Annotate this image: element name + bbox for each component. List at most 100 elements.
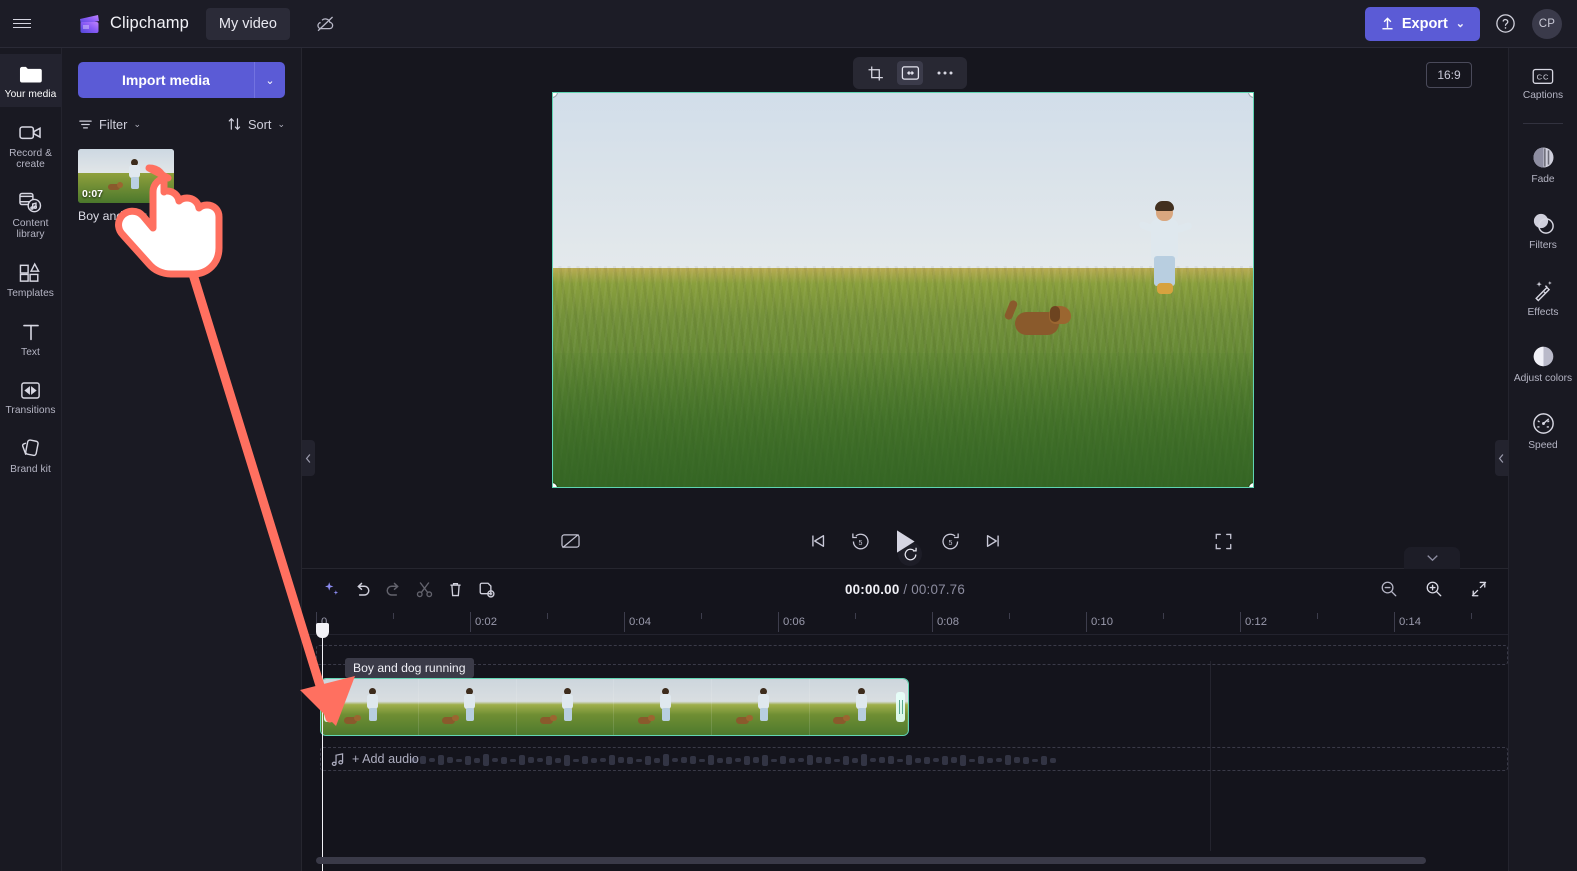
collapse-right-panel-button[interactable] <box>1495 440 1508 476</box>
sort-button[interactable]: Sort ⌄ <box>227 117 285 132</box>
crop-button[interactable] <box>862 61 888 85</box>
clip-frame <box>810 679 908 735</box>
clip-trim-handle-right[interactable] <box>896 692 905 722</box>
right-item-label: Speed <box>1528 439 1558 451</box>
delete-button[interactable] <box>440 574 471 604</box>
skip-to-start-icon <box>811 535 824 547</box>
timeline-clip[interactable] <box>320 678 909 736</box>
timeline-scrollbar-thumb[interactable] <box>316 857 1426 864</box>
help-circle-icon[interactable] <box>1494 12 1518 36</box>
project-title-tab[interactable]: My video <box>205 7 290 40</box>
zoom-out-button[interactable] <box>1373 574 1404 604</box>
boy-and-dog-thumbnail[interactable]: 0:07 <box>78 149 174 203</box>
fullscreen-button[interactable] <box>1214 532 1233 551</box>
export-button[interactable]: Export ⌄ <box>1364 6 1480 41</box>
sidebar-item-transitions[interactable]: Transitions <box>0 370 62 423</box>
sidebar-item-brand-kit[interactable]: Brand kit <box>0 429 62 482</box>
ruler-label: 0:10 <box>1091 616 1113 628</box>
fullscreen-icon <box>1215 533 1232 549</box>
ai-sparkle-button[interactable] <box>316 574 347 604</box>
import-media-row: Import media ⌄ <box>78 62 285 98</box>
split-button[interactable] <box>409 574 440 604</box>
svg-text:5: 5 <box>948 539 952 546</box>
right-item-fade[interactable]: Fade <box>1509 138 1577 193</box>
redo-button[interactable] <box>378 574 409 604</box>
forward-5-icon: 5 <box>941 532 959 549</box>
timeline: 00:00.00 / 00:07.76 0 0:02 0:04 0:06 0:0… <box>302 547 1508 871</box>
undo-button[interactable] <box>347 574 378 604</box>
video-camera-icon <box>18 121 43 145</box>
sort-label: Sort <box>247 116 272 132</box>
boy-subject <box>1137 201 1193 313</box>
chevron-left-icon <box>305 453 311 463</box>
right-item-speed[interactable]: Speed <box>1509 404 1577 459</box>
sidebar-item-your-media[interactable]: Your media <box>0 54 62 107</box>
timeline-scrollbar[interactable] <box>316 857 1496 864</box>
zoom-in-button[interactable] <box>1418 574 1449 604</box>
duplicate-icon <box>479 582 495 598</box>
aspect-ratio-label: 16:9 <box>1437 68 1461 82</box>
sidebar-label: Templates <box>7 287 54 299</box>
play-button[interactable] <box>893 528 918 555</box>
clipchamp-logo-icon <box>78 13 101 35</box>
sidebar-item-templates[interactable]: Templates <box>0 253 62 306</box>
right-item-effects[interactable]: Effects <box>1509 271 1577 326</box>
brand-logo[interactable]: Clipchamp <box>78 13 189 35</box>
skip-to-start-button[interactable] <box>808 531 828 551</box>
project-title-label: My video <box>218 15 277 32</box>
aspect-ratio-button[interactable]: 16:9 <box>1426 62 1472 88</box>
import-media-dropdown[interactable]: ⌄ <box>254 62 285 98</box>
avatar[interactable]: CP <box>1532 8 1562 39</box>
filter-label: Filter <box>99 116 128 132</box>
hamburger-menu-icon[interactable] <box>0 0 44 48</box>
resize-handle-bottom-right[interactable] <box>1249 483 1253 487</box>
right-item-label: Captions <box>1522 90 1564 101</box>
add-audio-track[interactable]: + Add audio <box>320 747 1508 771</box>
sidebar-item-text[interactable]: Text <box>0 312 62 365</box>
sidebar-item-content-library[interactable]: Content library <box>0 183 62 247</box>
media-panel: Import media ⌄ Filter ⌄ Sort ⌄ 0:07 Boy … <box>62 48 302 871</box>
export-label: Export <box>1401 15 1448 32</box>
play-icon <box>896 529 915 553</box>
more-button[interactable] <box>932 61 958 85</box>
ruler-label: 0:02 <box>475 616 497 628</box>
collapse-timeline-button[interactable] <box>1404 547 1460 569</box>
timeline-tracks: Boy and dog running + Add audio <box>302 623 1508 871</box>
brand-kit-icon <box>19 437 42 461</box>
media-item[interactable]: 0:07 Boy and dog ... <box>78 149 174 223</box>
clip-frame <box>516 679 615 735</box>
video-preview[interactable] <box>552 92 1254 488</box>
filter-button[interactable]: Filter ⌄ <box>78 117 141 132</box>
music-note-icon <box>331 752 344 766</box>
import-media-button[interactable]: Import media <box>78 62 254 98</box>
right-item-adjust-colors[interactable]: Adjust colors <box>1509 337 1577 392</box>
right-item-captions[interactable]: CC Captions <box>1509 60 1577 109</box>
brand-name: Clipchamp <box>110 14 189 32</box>
preview-stage: 16:9 5 5 <box>302 48 1508 568</box>
rewind-5-button[interactable]: 5 <box>850 531 871 552</box>
top-bar-actions: Export ⌄ CP <box>1364 6 1577 41</box>
skip-to-end-button[interactable] <box>983 531 1003 551</box>
collapse-left-panel-button[interactable] <box>302 440 315 476</box>
media-folder-icon <box>18 62 43 86</box>
cloud-off-icon[interactable] <box>312 10 340 38</box>
zoom-in-icon <box>1426 581 1441 597</box>
duplicate-button[interactable] <box>471 574 502 604</box>
time-separator: / <box>899 581 912 597</box>
clip-trim-handle-left[interactable] <box>324 692 333 722</box>
chevron-down-icon: ⌄ <box>265 74 275 87</box>
chevron-down-icon: ⌄ <box>277 118 285 129</box>
sort-arrows-icon <box>228 118 241 130</box>
content-library-icon <box>18 191 43 215</box>
clip-frame <box>418 679 517 735</box>
sidebar-item-record-create[interactable]: Record & create <box>0 113 62 177</box>
forward-5-button[interactable]: 5 <box>940 531 961 552</box>
sidebar-label: Text <box>21 346 40 358</box>
fit-button[interactable] <box>897 61 923 85</box>
fit-timeline-button[interactable] <box>1463 574 1494 604</box>
timeline-ruler[interactable]: 0 0:02 0:04 0:06 0:08 0:10 0:12 0:14 <box>302 609 1508 635</box>
right-item-filters[interactable]: Filters <box>1509 204 1577 259</box>
more-options-icon <box>937 71 953 75</box>
empty-track-slot[interactable] <box>316 645 1508 665</box>
right-sidebar: CC Captions Fade Filters Effects Adjust … <box>1508 48 1577 871</box>
